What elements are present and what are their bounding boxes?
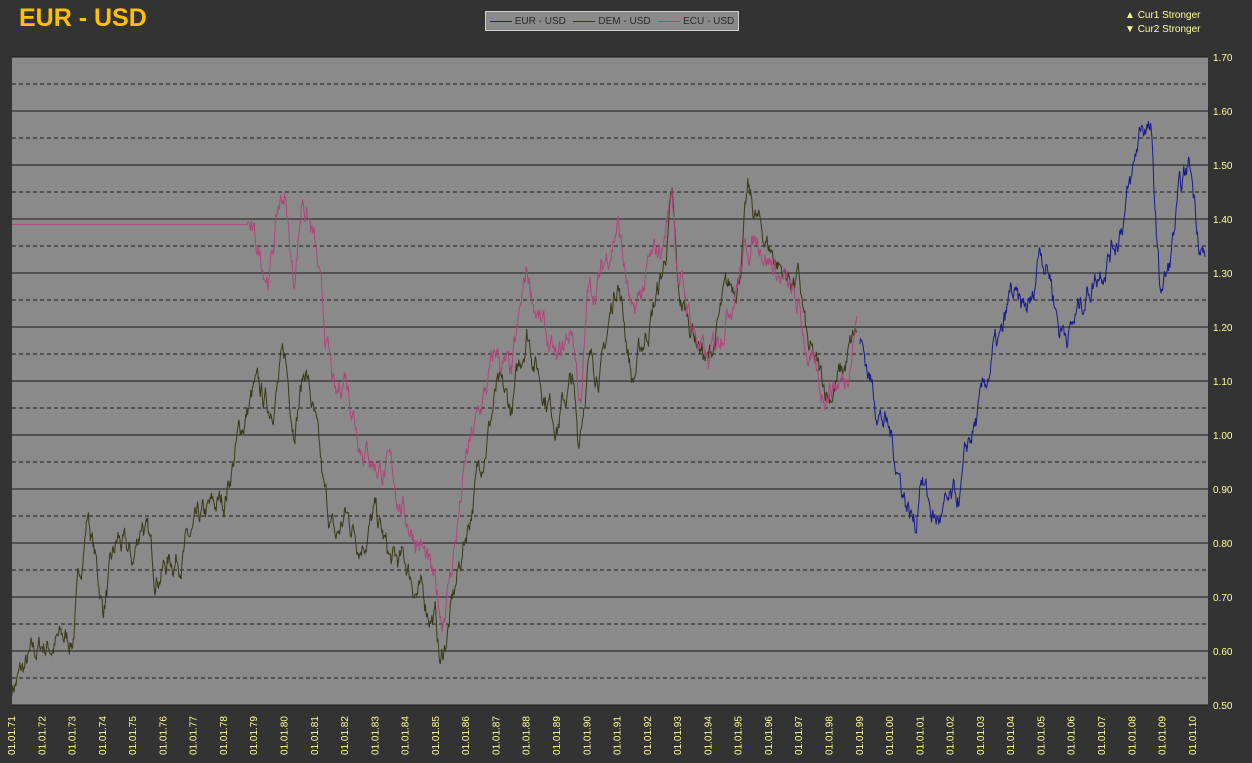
y-tick-label: 1.60 [1213,107,1233,118]
legend: EUR - USD DEM - USD ECU - USD [485,11,739,31]
x-tick-label: 01.01.88 [522,716,533,755]
legend-swatch-eur [489,20,512,22]
x-tick-label: 01.01.91 [613,716,624,755]
x-tick-label: 01.01.09 [1158,716,1169,755]
x-tick-label: 01.01.82 [340,716,351,755]
x-tick-label: 01.01.05 [1036,716,1047,755]
x-tick-label: 01.01.92 [643,716,654,755]
triangle-up-icon: ▲ [1125,10,1135,21]
x-tick-label: 01.01.76 [158,716,169,755]
triangle-down-icon: ▼ [1125,24,1135,35]
y-tick-label: 1.10 [1213,377,1233,388]
y-tick-label: 1.50 [1213,161,1233,172]
legend-item-ecu: ECU - USD [658,16,734,27]
y-tick-label: 1.30 [1213,269,1233,280]
y-tick-label: 1.20 [1213,323,1233,334]
x-axis: 01.01.71 01.01.72 01.01.73 01.01.74 01.01.75… [7,716,1199,755]
x-tick-label: 01.01.97 [794,716,805,755]
x-tick-label: 01.01.90 [582,716,593,755]
y-tick-label: 1.00 [1213,431,1233,442]
chart-title: EUR - USD [19,4,147,32]
x-tick-label: 01.01.10 [1188,716,1199,755]
legend-item-dem: DEM - USD [573,15,651,27]
x-tick-label: 01.01.02 [946,716,957,755]
legend-label-dem: DEM - USD [598,15,651,27]
strength-down-label: Cur2 Stronger [1137,24,1201,35]
y-tick-label: 0.90 [1213,485,1233,496]
x-tick-label: 01.01.71 [7,716,18,755]
x-tick-label: 01.01.83 [370,716,381,755]
x-tick-label: 01.01.77 [189,716,200,755]
chart: 0.50 0.60 0.70 0.80 0.90 1.00 1.10 1.20 1.30 1.40… [7,53,1233,755]
x-tick-label: 01.01.99 [855,716,866,755]
x-tick-label: 01.01.98 [825,716,836,755]
x-tick-label: 01.01.84 [401,716,412,755]
strength-up: ▲ Cur1 Stronger [1125,9,1201,23]
x-tick-label: 01.01.93 [673,716,684,755]
x-tick-label: 01.01.75 [128,716,139,755]
x-tick-label: 01.01.89 [552,716,563,755]
x-tick-label: 01.01.86 [461,716,472,755]
x-tick-label: 01.01.72 [37,716,48,755]
x-tick-label: 01.01.95 [734,716,745,755]
legend-label-eur: EUR - USD [514,15,566,27]
y-tick-label: 0.60 [1213,647,1233,658]
legend-swatch-ecu [658,20,681,22]
x-tick-label: 01.01.73 [68,716,79,755]
x-tick-label: 01.01.87 [491,716,502,755]
y-tick-label: 0.50 [1213,701,1233,712]
x-tick-label: 01.01.78 [219,716,230,755]
legend-item-eur: EUR - USD [489,15,566,27]
x-tick-label: 01.01.80 [280,716,291,755]
x-tick-label: 01.01.94 [703,716,714,755]
x-tick-label: 01.01.85 [431,716,442,755]
legend-label-ecu: ECU - USD [683,15,735,27]
x-tick-label: 01.01.06 [1067,716,1078,755]
x-tick-label: 01.01.79 [249,716,260,755]
strength-up-label: Cur1 Stronger [1137,10,1201,21]
strength-down: ▼ Cur2 Stronger [1125,23,1201,37]
y-tick-label: 0.70 [1213,593,1233,604]
x-tick-label: 01.01.04 [1006,716,1017,755]
x-tick-label: 01.01.96 [764,716,775,755]
x-tick-label: 01.01.07 [1097,716,1108,755]
strength-legend: ▲ Cur1 Stronger ▼ Cur2 Stronger [1125,9,1201,37]
x-tick-label: 01.01.01 [915,716,926,755]
x-tick-label: 01.01.08 [1127,716,1138,755]
y-tick-label: 1.40 [1213,215,1233,226]
y-axis: 0.50 0.60 0.70 0.80 0.90 1.00 1.10 1.20 1.30 1.40… [1213,53,1233,712]
x-tick-label: 01.01.00 [885,716,896,755]
legend-swatch-dem [573,20,596,22]
y-tick-label: 0.80 [1213,539,1233,550]
x-tick-label: 01.01.81 [310,716,321,755]
x-tick-label: 01.01.03 [976,716,987,755]
x-tick-label: 01.01.74 [98,716,109,755]
y-tick-label: 1.70 [1213,53,1233,64]
